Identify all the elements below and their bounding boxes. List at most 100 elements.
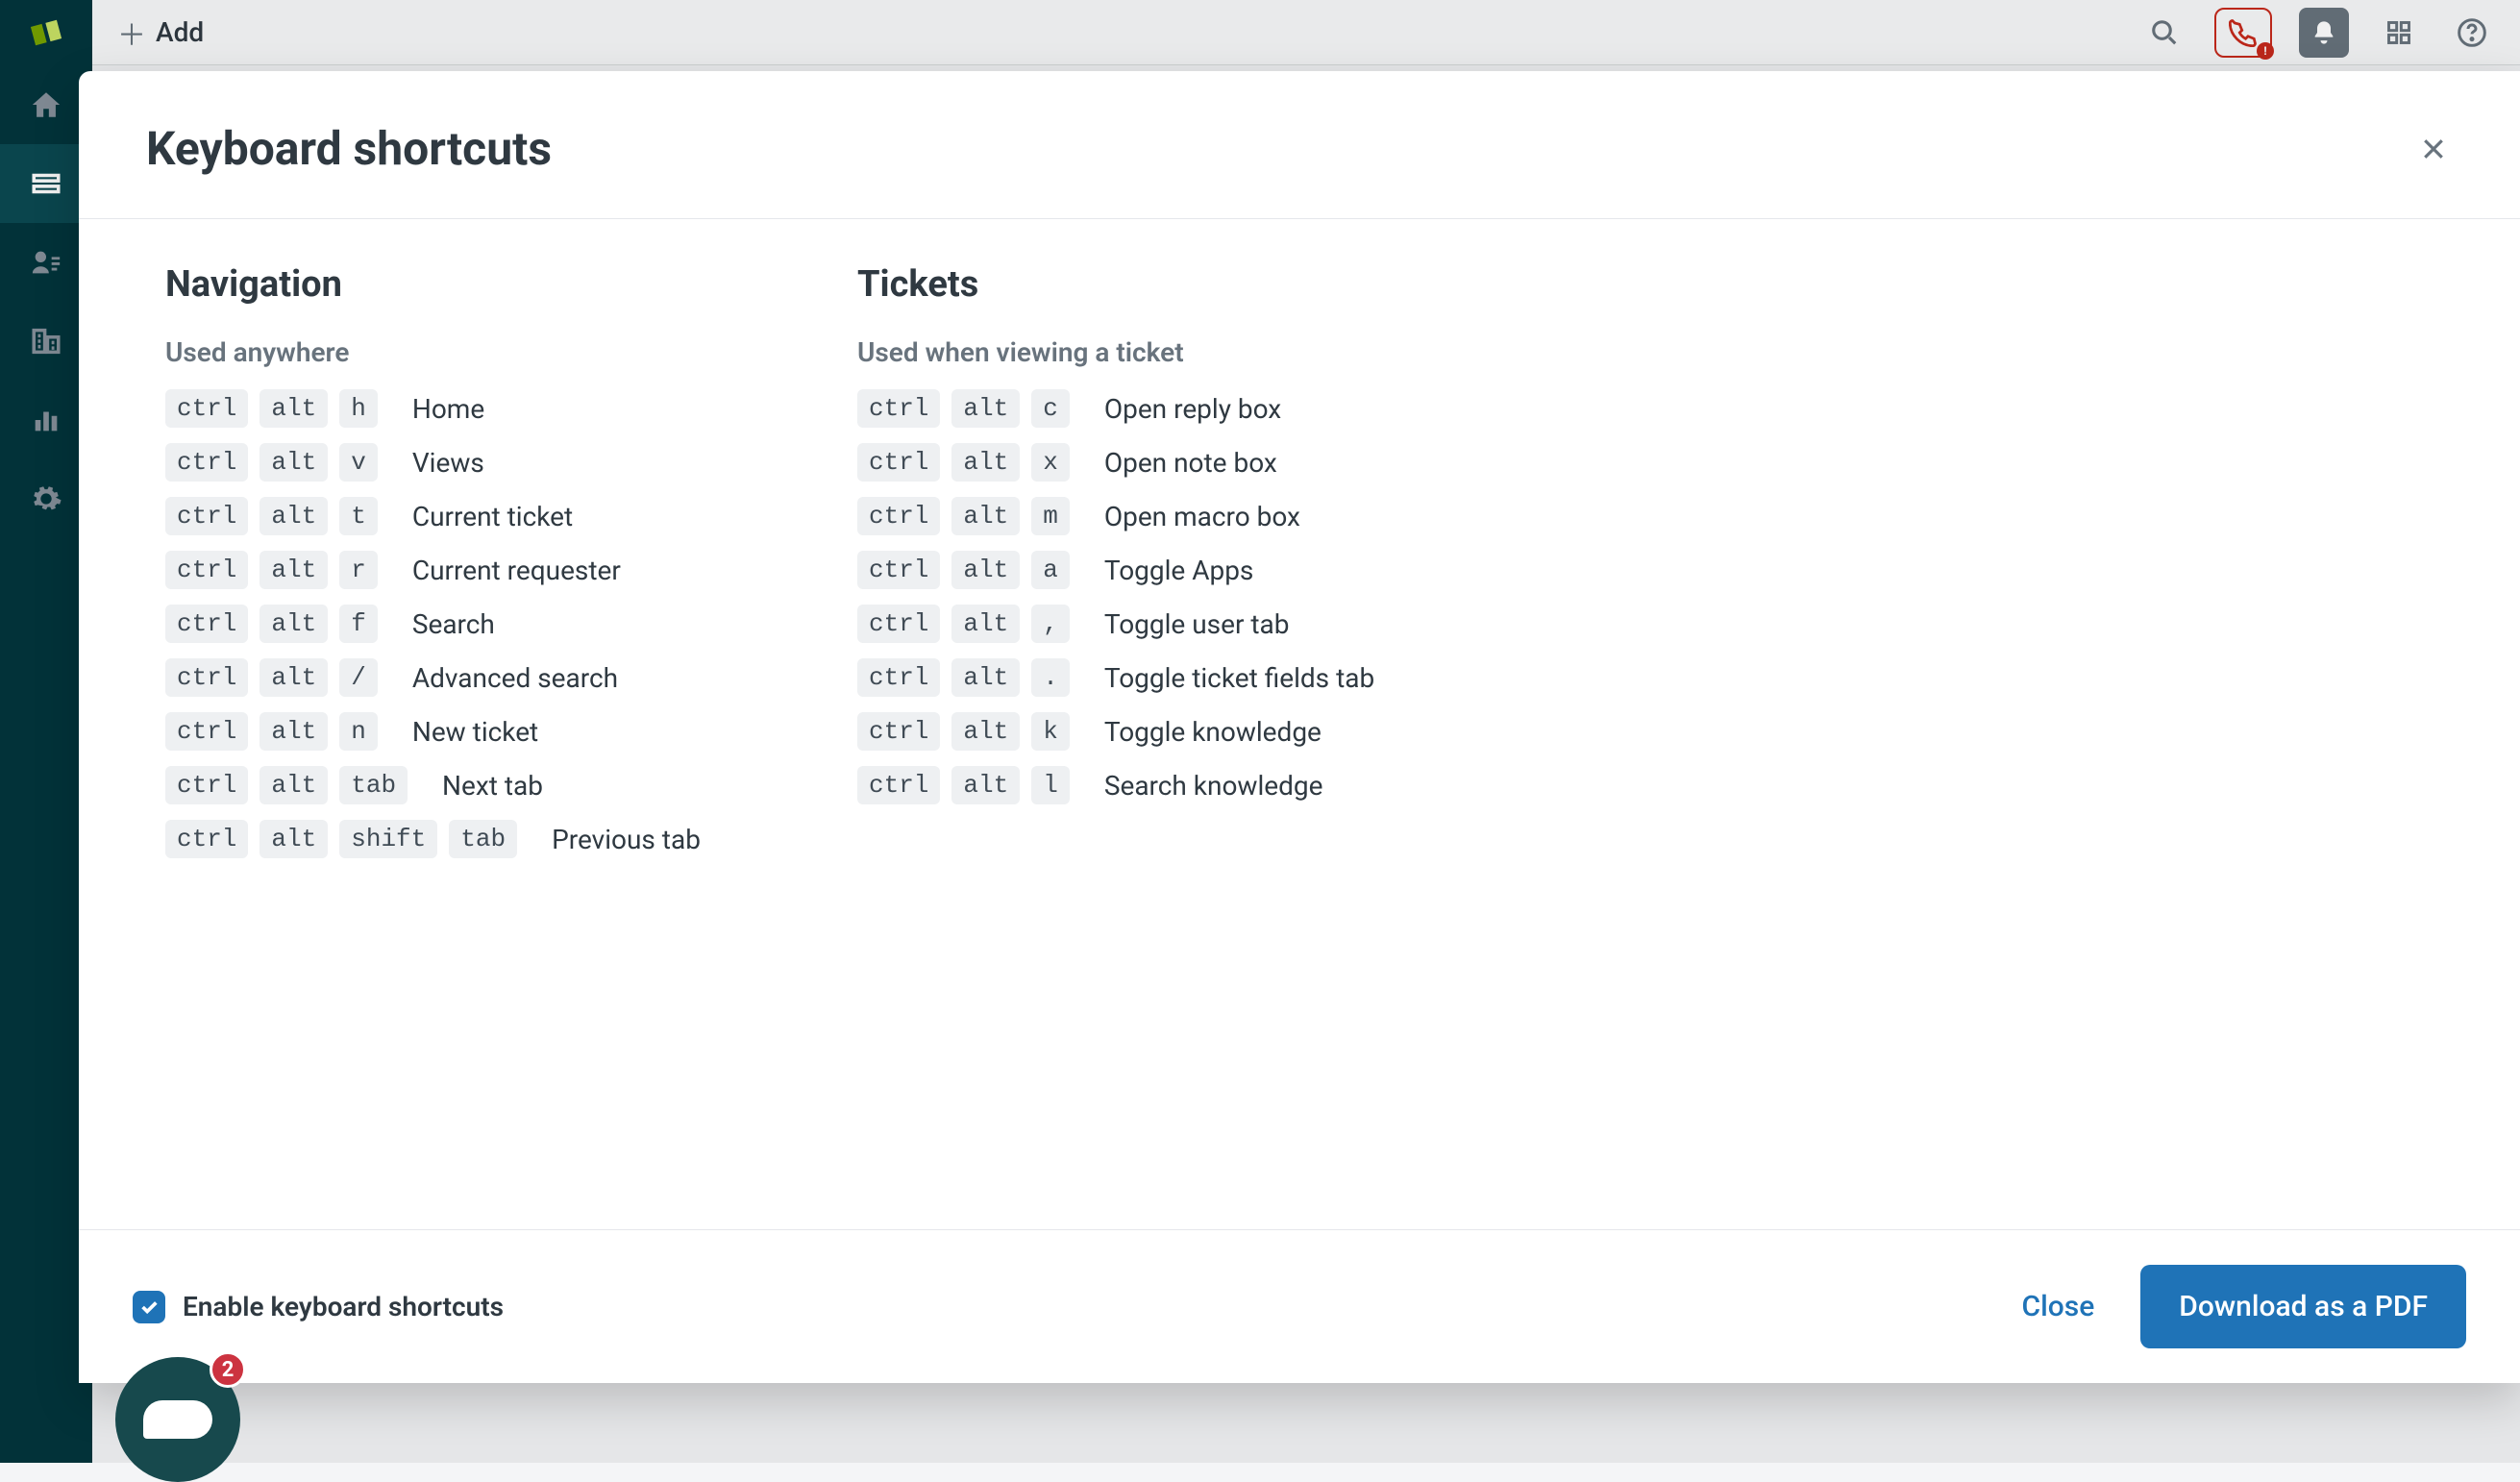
key-alt: alt (951, 497, 1020, 535)
shortcut-description: Toggle knowledge (1104, 716, 1322, 748)
checkbox-label: Enable keyboard shortcuts (183, 1291, 504, 1322)
shortcut-description: Search knowledge (1104, 770, 1323, 802)
shortcut-description: Advanced search (412, 662, 618, 694)
key-x: x (1031, 443, 1070, 482)
key-f: f (339, 605, 378, 643)
shortcut-description: Open note box (1104, 447, 1277, 479)
shortcut-description: Open reply box (1104, 393, 1281, 425)
modal-title: Keyboard shortcuts (146, 121, 552, 176)
shortcut-row: ctrlaltfSearch (165, 605, 742, 643)
key-alt: alt (259, 766, 328, 804)
checkbox-icon (133, 1291, 165, 1323)
key-ctrl: ctrl (857, 712, 940, 751)
section-title: Tickets (857, 263, 1434, 306)
key-n: n (339, 712, 378, 751)
key-ctrl: ctrl (165, 605, 248, 643)
shortcut-row: ctrlalttab Next tab (165, 766, 742, 804)
chat-unread-badge: 2 (210, 1351, 246, 1388)
close-button[interactable] (2414, 130, 2453, 168)
key-ctrl: ctrl (165, 658, 248, 697)
key-c: c (1031, 389, 1070, 428)
key-ctrl: ctrl (165, 712, 248, 751)
chat-widget[interactable]: 2 (115, 1357, 240, 1482)
shortcut-row: ctrlaltn New ticket (165, 712, 742, 751)
key-alt: alt (259, 389, 328, 428)
key-tab: tab (449, 820, 517, 858)
key-alt: alt (951, 712, 1020, 751)
key-ctrl: ctrl (857, 605, 940, 643)
shortcut-description: Views (412, 447, 484, 479)
tickets-section: Tickets Used when viewing a ticket ctrla… (857, 263, 1434, 1229)
enable-shortcuts-checkbox[interactable]: Enable keyboard shortcuts (133, 1291, 504, 1323)
shortcut-row: ctrlalt / Advanced search (165, 658, 742, 697)
shortcut-description: Toggle user tab (1104, 608, 1290, 640)
navigation-section: Navigation Used anywhere ctrlalthHomectr… (165, 263, 742, 1229)
shortcut-list: ctrlalthHomectrlaltvViewsctrlalttCurrent… (165, 389, 742, 858)
key-ctrl: ctrl (165, 551, 248, 589)
key-alt: alt (951, 551, 1020, 589)
key-ctrl: ctrl (165, 443, 248, 482)
shortcut-list: ctrlaltcOpen reply boxctrlaltxOpen note … (857, 389, 1434, 804)
key-shift: shift (339, 820, 437, 858)
key-alt: alt (259, 820, 328, 858)
key-t: t (339, 497, 378, 535)
key-ctrl: ctrl (857, 658, 940, 697)
key-a: a (1031, 551, 1070, 589)
shortcut-row: ctrlalthHome (165, 389, 742, 428)
shortcut-row: ctrlaltx Open note box (857, 443, 1434, 482)
shortcut-description: Open macro box (1104, 501, 1300, 532)
key-alt: alt (951, 443, 1020, 482)
section-subtitle: Used anywhere (165, 336, 742, 368)
key-alt: alt (951, 605, 1020, 643)
key-alt: alt (951, 658, 1020, 697)
key-.: . (1031, 658, 1070, 697)
shortcut-row: ctrlaltt Current ticket (165, 497, 742, 535)
key-alt: alt (259, 497, 328, 535)
footer-actions: Close Download as a PDF (2022, 1265, 2467, 1348)
key-ctrl: ctrl (857, 497, 940, 535)
key-alt: alt (259, 712, 328, 751)
key-tab: tab (339, 766, 408, 804)
key-ctrl: ctrl (857, 389, 940, 428)
shortcut-description: Current ticket (412, 501, 573, 532)
key-ctrl: ctrl (165, 389, 248, 428)
shortcut-description: Toggle ticket fields tab (1104, 662, 1374, 694)
shortcut-description: New ticket (412, 716, 538, 748)
shortcut-description: Toggle Apps (1104, 555, 1254, 586)
shortcut-row: ctrlaltm Open macro box (857, 497, 1434, 535)
shortcut-description: Search (412, 608, 495, 640)
close-link[interactable]: Close (2022, 1290, 2095, 1323)
key-ctrl: ctrl (857, 766, 940, 804)
key-alt: alt (259, 658, 328, 697)
key-,: , (1031, 605, 1070, 643)
download-pdf-button[interactable]: Download as a PDF (2140, 1265, 2466, 1348)
shortcut-row: ctrlaltcOpen reply box (857, 389, 1434, 428)
shortcut-row: ctrlalta Toggle Apps (857, 551, 1434, 589)
chat-icon (143, 1400, 212, 1439)
key-r: r (339, 551, 378, 589)
key-ctrl: ctrl (165, 820, 248, 858)
key-m: m (1031, 497, 1070, 535)
shortcut-row: ctrlaltvViews (165, 443, 742, 482)
shortcut-row: ctrlalt shift tab Previous tab (165, 820, 742, 858)
close-icon (2419, 135, 2448, 163)
key-ctrl: ctrl (165, 766, 248, 804)
key-ctrl: ctrl (857, 551, 940, 589)
key-/: / (339, 658, 378, 697)
section-title: Navigation (165, 263, 742, 306)
modal-body: Navigation Used anywhere ctrlalthHomectr… (79, 219, 2520, 1229)
shortcut-row: ctrlalt. Toggle ticket fields tab (857, 658, 1434, 697)
key-ctrl: ctrl (165, 497, 248, 535)
shortcut-description: Current requester (412, 555, 621, 586)
shortcut-description: Next tab (442, 770, 543, 802)
key-alt: alt (259, 551, 328, 589)
key-l: l (1031, 766, 1070, 804)
key-k: k (1031, 712, 1070, 751)
key-alt: alt (951, 766, 1020, 804)
shortcut-row: ctrlaltl Search knowledge (857, 766, 1434, 804)
modal-footer: Enable keyboard shortcuts Close Download… (79, 1229, 2520, 1383)
shortcut-row: ctrlaltk Toggle knowledge (857, 712, 1434, 751)
shortcut-description: Previous tab (552, 824, 701, 855)
key-ctrl: ctrl (857, 443, 940, 482)
modal-header: Keyboard shortcuts (79, 71, 2520, 219)
